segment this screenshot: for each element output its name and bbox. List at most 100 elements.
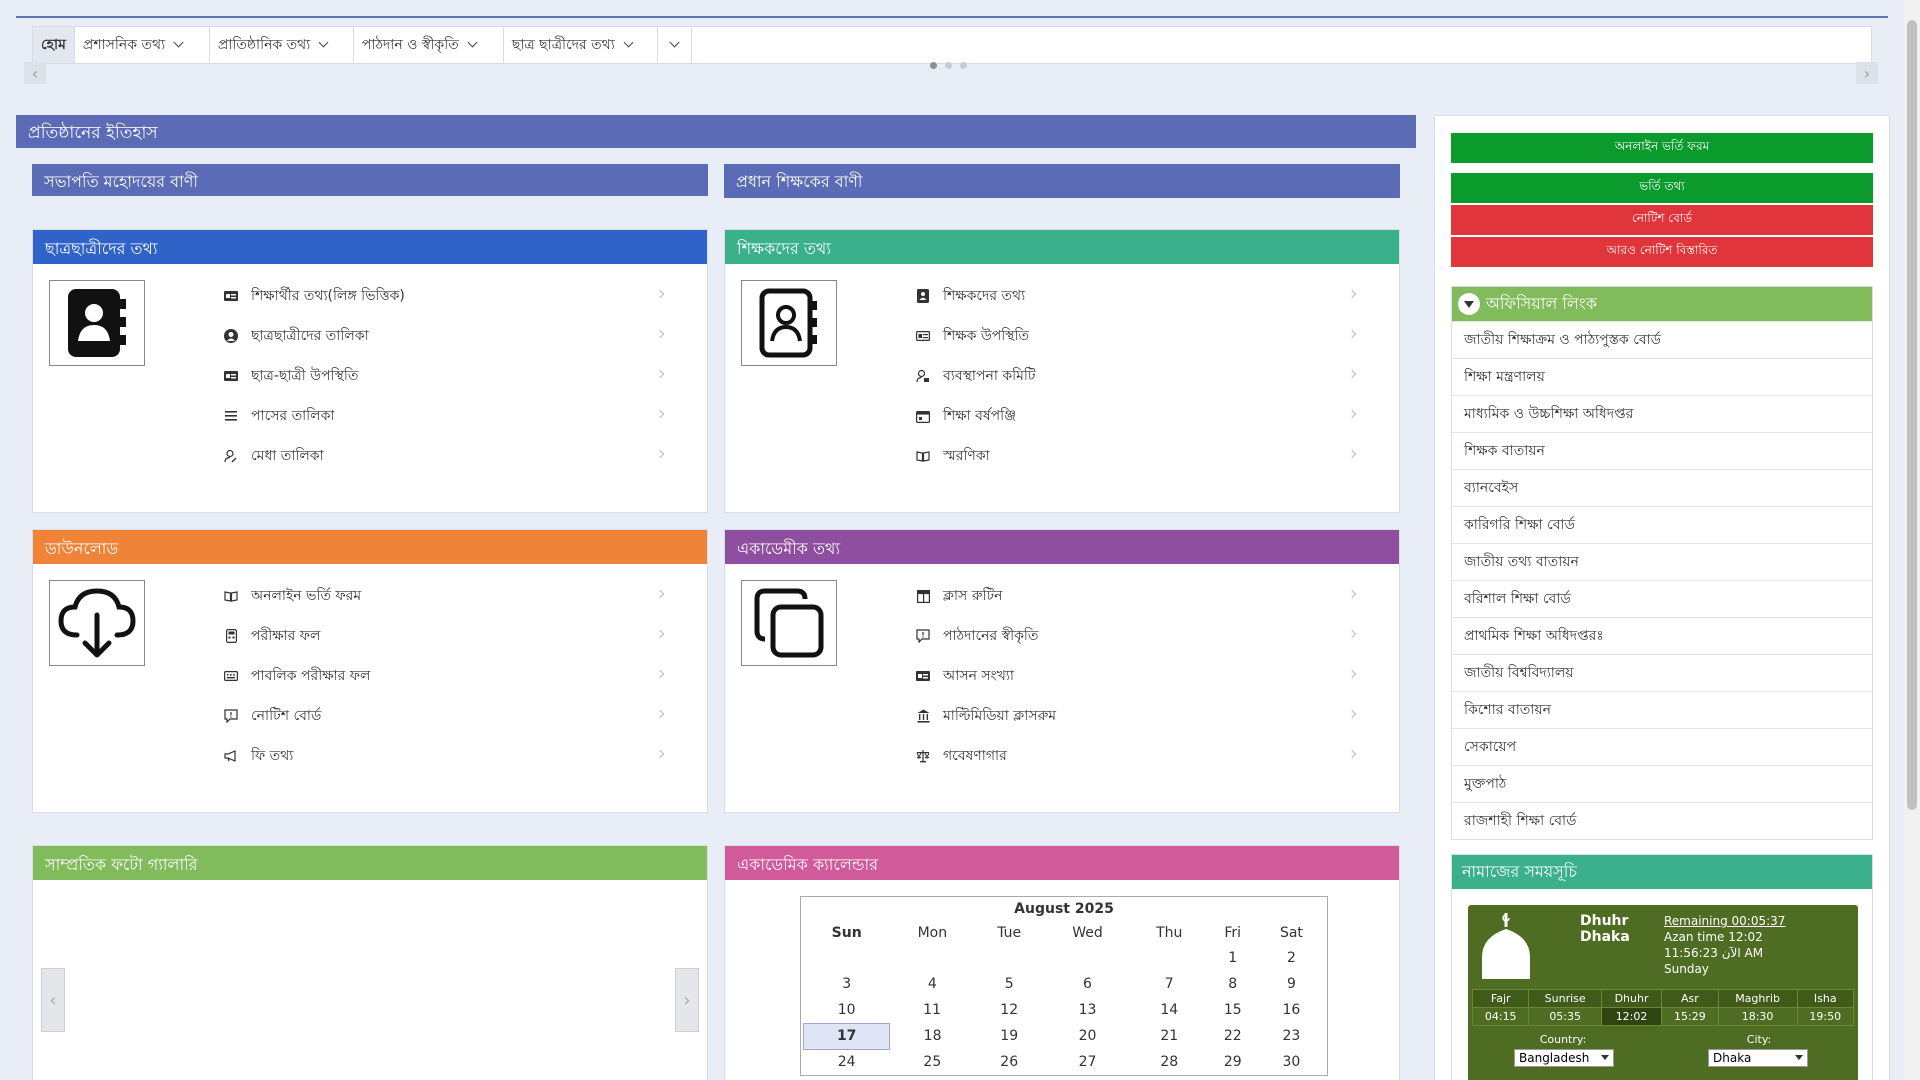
calendar-day[interactable]: 10	[804, 997, 890, 1023]
slider-dot[interactable]	[945, 62, 952, 69]
list-item[interactable]: পরীক্ষার ফল	[223, 616, 665, 656]
chairman-message-header[interactable]: সভাপতি মহোদয়ের বাণী	[32, 164, 708, 196]
list-item[interactable]: শিক্ষা বর্ষপঞ্জি	[915, 396, 1357, 436]
prayer-times-table: Fajr Sunrise Dhuhr Asr Maghrib Isha 04:1…	[1471, 989, 1855, 1026]
calendar-day[interactable]: 22	[1207, 1023, 1258, 1049]
official-link[interactable]: জাতীয় শিক্ষাক্রম ও পাঠ্যপুস্তক বোর্ড	[1452, 321, 1872, 358]
calendar-day[interactable]: 3	[804, 971, 890, 997]
slider-next-button[interactable]: ›	[1856, 62, 1878, 84]
official-link[interactable]: রাজশাহী শিক্ষা বোর্ড	[1452, 802, 1872, 839]
more-notices-button[interactable]: আরও নোটিশ বিস্তারিত	[1451, 237, 1873, 267]
notice-board-button[interactable]: নোটিশ বোর্ড	[1451, 205, 1873, 235]
dropdown-arrow-icon	[1601, 1055, 1609, 1060]
calendar-day[interactable]: 11	[890, 997, 975, 1023]
vertical-scrollbar[interactable]	[1904, 0, 1920, 1080]
calendar-day[interactable]: 8	[1207, 971, 1258, 997]
online-admission-button[interactable]: অনলাইন ভর্তি ফরম	[1451, 133, 1873, 163]
calendar-day[interactable]: 23	[1258, 1023, 1324, 1049]
official-link[interactable]: মুক্তপাঠ	[1452, 765, 1872, 802]
official-link[interactable]: প্রাথমিক শিক্ষা অধিদপ্তরঃ	[1452, 617, 1872, 654]
list-item[interactable]: মেধা তালিকা	[223, 436, 665, 476]
chevron-right-icon	[1347, 329, 1357, 339]
official-link[interactable]: কারিগরি শিক্ষা বোর্ড	[1452, 506, 1872, 543]
chevron-right-icon	[1347, 709, 1357, 719]
calendar-day[interactable]: 24	[804, 1049, 890, 1075]
menu-students[interactable]: ছাত্র ছাত্রীদের তথ্য	[504, 27, 658, 63]
list-item[interactable]: পাঠদানের স্বীকৃতি	[915, 616, 1357, 656]
calendar-day[interactable]: 14	[1131, 997, 1207, 1023]
list-item[interactable]: পাবলিক পরীক্ষার ফল	[223, 656, 665, 696]
list-item[interactable]: ফি তথ্য	[223, 736, 665, 776]
menu-home[interactable]: হোম	[33, 27, 75, 63]
history-header[interactable]: প্রতিষ্ঠানের ইতিহাস	[16, 115, 1416, 148]
official-link[interactable]: জাতীয় তথ্য বাতায়ন	[1452, 543, 1872, 580]
calendar-day[interactable]: 28	[1131, 1049, 1207, 1075]
menu-institutional[interactable]: প্রাতিষ্ঠানিক তথ্য	[210, 27, 354, 63]
weekday-label: Wed	[1072, 925, 1103, 941]
list-item[interactable]: আসন সংখ্যা	[915, 656, 1357, 696]
calendar-day[interactable]: 1	[1207, 945, 1258, 971]
list-item[interactable]: মাল্টিমিডিয়া ক্লাসরুম	[915, 696, 1357, 736]
gallery-prev-button[interactable]: ‹	[41, 968, 65, 1032]
calendar-day[interactable]: 9	[1258, 971, 1324, 997]
chevron-down-icon	[173, 37, 184, 48]
list-item[interactable]: গবেষণাগার	[915, 736, 1357, 776]
official-link[interactable]: শিক্ষা মন্ত্রণালয়	[1452, 358, 1872, 395]
admission-info-button[interactable]: ভর্তি তথ্য	[1451, 173, 1873, 203]
calendar-day[interactable]: 18	[890, 1023, 975, 1049]
city-select[interactable]: Dhaka	[1708, 1049, 1808, 1067]
calendar-day[interactable]: 2	[1258, 945, 1324, 971]
chevron-right-icon	[655, 629, 665, 639]
list-item[interactable]: নোটিশ বোর্ড	[223, 696, 665, 736]
menu-teaching[interactable]: পাঠদান ও স্বীকৃতি	[354, 27, 504, 63]
slider-dot[interactable]	[930, 62, 937, 69]
head-teacher-message-header[interactable]: প্রধান শিক্ষকের বাণী	[724, 164, 1400, 198]
calendar-day[interactable]: 12	[975, 997, 1044, 1023]
official-links-header[interactable]: অফিসিয়াল লিংক	[1452, 287, 1872, 321]
official-link[interactable]: কিশোর বাতায়ন	[1452, 691, 1872, 728]
slider-prev-button[interactable]: ‹	[24, 62, 46, 84]
official-link[interactable]: বরিশাল শিক্ষা বোর্ড	[1452, 580, 1872, 617]
calendar-day	[1044, 945, 1132, 971]
official-link[interactable]: সেকায়েপ	[1452, 728, 1872, 765]
calendar-day[interactable]: 17	[802, 1022, 891, 1050]
list-item[interactable]: শিক্ষকদের তথ্য	[915, 276, 1357, 316]
chevron-right-icon	[1347, 369, 1357, 379]
slider-dot[interactable]	[960, 62, 967, 69]
calendar-day[interactable]: 20	[1044, 1023, 1132, 1049]
country-value: Bangladesh	[1519, 1051, 1590, 1065]
calendar-day[interactable]: 25	[890, 1049, 975, 1075]
calendar-day[interactable]: 19	[975, 1023, 1044, 1049]
scrollbar-thumb[interactable]	[1907, 20, 1917, 810]
menu-more[interactable]	[658, 27, 692, 63]
menu-administrative[interactable]: প্রশাসনিক তথ্য	[75, 27, 210, 63]
gallery-next-button[interactable]: ›	[675, 968, 699, 1032]
calendar-day[interactable]: 21	[1131, 1023, 1207, 1049]
calendar-day[interactable]: 6	[1044, 971, 1132, 997]
calendar-day[interactable]: 26	[975, 1049, 1044, 1075]
calendar-day[interactable]: 4	[890, 971, 975, 997]
list-item-label: ফি তথ্য	[251, 748, 294, 764]
official-link[interactable]: শিক্ষক বাতায়ন	[1452, 432, 1872, 469]
list-item[interactable]: পাসের তালিকা	[223, 396, 665, 436]
official-link[interactable]: মাধ্যমিক ও উচ্চশিক্ষা অধিদপ্তর	[1452, 395, 1872, 432]
list-item[interactable]: শিক্ষার্থীর তথ্য(লিঙ্গ ভিত্তিক)	[223, 276, 665, 316]
calendar-day[interactable]: 15	[1207, 997, 1258, 1023]
list-item[interactable]: ছাত্র-ছাত্রী উপস্থিতি	[223, 356, 665, 396]
list-item[interactable]: ক্লাস রুটিন	[915, 576, 1357, 616]
official-link[interactable]: জাতীয় বিশ্ববিদ্যালয়	[1452, 654, 1872, 691]
calendar-day[interactable]: 13	[1044, 997, 1132, 1023]
list-item[interactable]: অনলাইন ভর্তি ফরম	[223, 576, 665, 616]
calendar-day[interactable]: 27	[1044, 1049, 1132, 1075]
list-item[interactable]: ব্যবস্থাপনা কমিটি	[915, 356, 1357, 396]
calendar-day[interactable]: 30	[1258, 1049, 1324, 1075]
calendar-day[interactable]: 16	[1258, 997, 1324, 1023]
list-item[interactable]: ছাত্রছাত্রীদের তালিকা	[223, 316, 665, 356]
list-item[interactable]: শিক্ষক উপস্থিতি	[915, 316, 1357, 356]
calendar-day[interactable]: 29	[1207, 1049, 1258, 1075]
country-select[interactable]: Bangladesh	[1514, 1049, 1614, 1067]
calendar-day[interactable]: 7	[1131, 971, 1207, 997]
calendar-day[interactable]: 5	[975, 971, 1044, 997]
official-link[interactable]: ব্যানবেইস	[1452, 469, 1872, 506]
list-item[interactable]: স্মরণিকা	[915, 436, 1357, 476]
